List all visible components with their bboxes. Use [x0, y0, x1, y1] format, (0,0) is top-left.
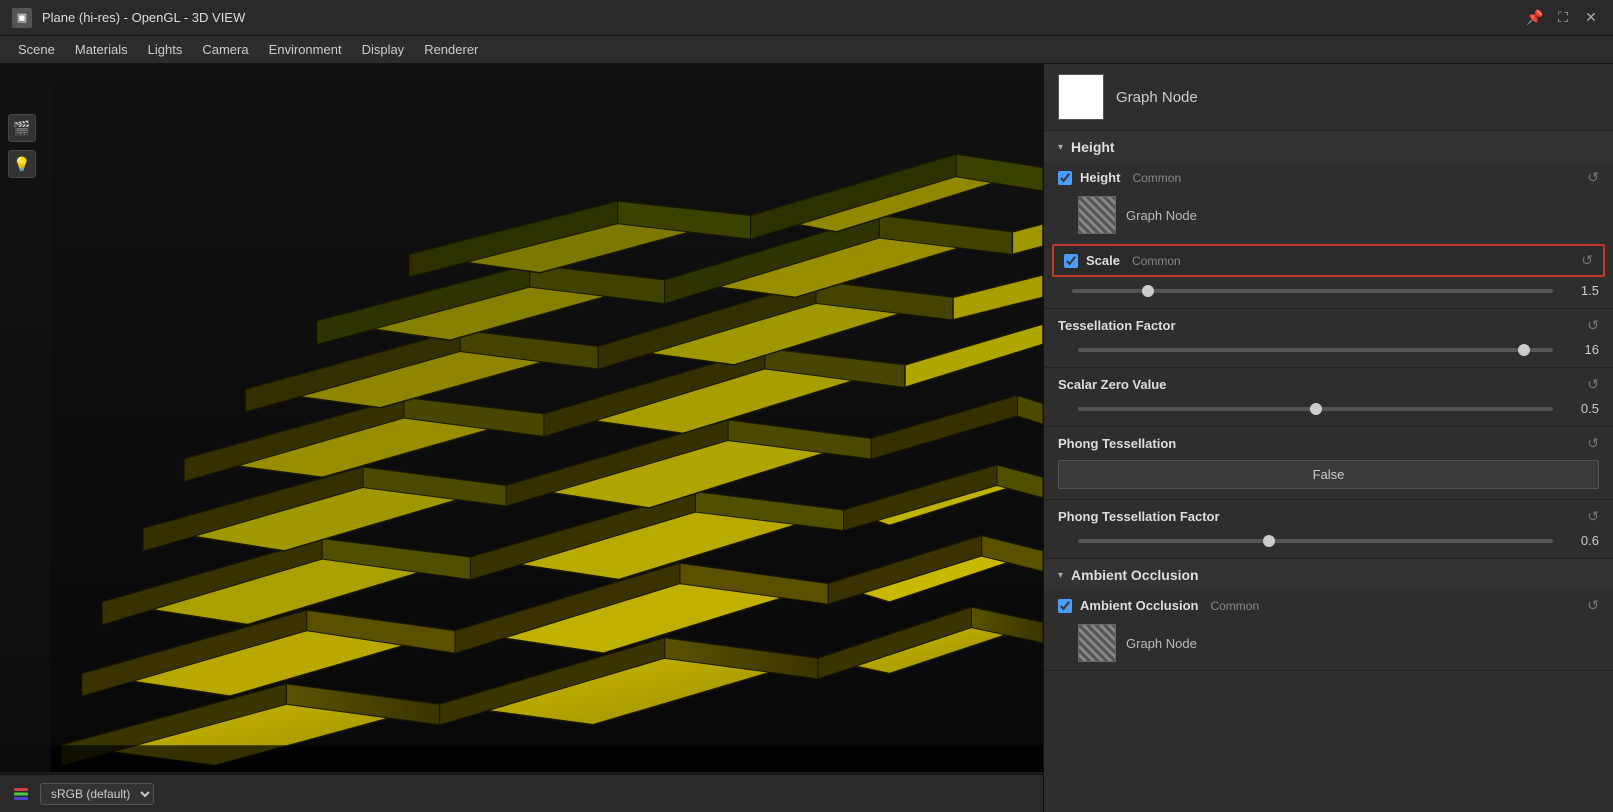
scale-checkbox[interactable]	[1064, 254, 1078, 268]
menu-materials[interactable]: Materials	[65, 38, 138, 61]
phong-tessellation-factor-section: Phong Tessellation Factor ↺ 0.6	[1044, 500, 1613, 559]
height-prop-common: Common	[1132, 171, 1181, 185]
height-graph-node-label: Graph Node	[1126, 208, 1197, 223]
ao-graph-node-label: Graph Node	[1126, 636, 1197, 651]
height-graph-node-sub: Graph Node	[1044, 192, 1613, 242]
scalar-zero-prop-name: Scalar Zero Value	[1058, 377, 1587, 392]
ao-prop-name: Ambient Occlusion	[1080, 598, 1198, 613]
close-button[interactable]: ✕	[1581, 8, 1601, 28]
graph-node-thumbnail	[1058, 74, 1104, 120]
height-graph-thumbnail	[1078, 196, 1116, 234]
menu-renderer[interactable]: Renderer	[414, 38, 488, 61]
scale-prop-common: Common	[1132, 254, 1181, 268]
menu-scene[interactable]: Scene	[8, 38, 65, 61]
scale-value: 1.5	[1563, 283, 1599, 298]
scalar-zero-slider[interactable]	[1078, 407, 1553, 411]
phong-tessellation-factor-reset-button[interactable]: ↺	[1587, 508, 1599, 525]
tessellation-prop-row: Tessellation Factor ↺	[1044, 309, 1613, 338]
tessellation-value: 16	[1563, 342, 1599, 357]
phong-tessellation-factor-value: 0.6	[1563, 533, 1599, 548]
camera-tool[interactable]: 🎬	[8, 114, 36, 142]
scale-slider-row: 1.5	[1044, 279, 1613, 308]
fullscreen-button[interactable]: ⛶	[1553, 8, 1573, 28]
ao-graph-thumbnail	[1078, 624, 1116, 662]
ao-prop-common: Common	[1210, 599, 1259, 613]
light-tool[interactable]: 💡	[8, 150, 36, 178]
scalar-zero-value: 0.5	[1563, 401, 1599, 416]
pin-button[interactable]: 📌	[1525, 8, 1545, 28]
viewport-bottom-bar: sRGB (default)	[0, 774, 1043, 812]
main-content: 🎬 💡	[0, 64, 1613, 812]
color-mode-select[interactable]: sRGB (default)	[40, 783, 154, 805]
ao-section-title: Ambient Occlusion	[1071, 567, 1199, 583]
phong-tessellation-factor-prop-name: Phong Tessellation Factor	[1058, 509, 1587, 524]
title-bar: ▣ Plane (hi-res) - OpenGL - 3D VIEW 📌 ⛶ …	[0, 0, 1613, 36]
window-controls: 📌 ⛶ ✕	[1525, 8, 1601, 28]
menu-display[interactable]: Display	[352, 38, 415, 61]
height-reset-button[interactable]: ↺	[1587, 169, 1599, 186]
height-chevron: ▾	[1058, 142, 1063, 153]
tessellation-prop-name: Tessellation Factor	[1058, 318, 1587, 333]
3d-viewport[interactable]	[0, 64, 1043, 772]
ao-property-row: Ambient Occlusion Common ↺	[1044, 591, 1613, 620]
phong-tessellation-factor-prop-row: Phong Tessellation Factor ↺	[1044, 500, 1613, 529]
ao-checkbox[interactable]	[1058, 599, 1072, 613]
viewport-tools: 🎬 💡	[8, 114, 36, 178]
phong-tessellation-reset-button[interactable]: ↺	[1587, 435, 1599, 452]
menu-lights[interactable]: Lights	[138, 38, 193, 61]
viewport-panel: 🎬 💡	[0, 64, 1043, 812]
scale-reset-button[interactable]: ↺	[1581, 252, 1593, 269]
height-section-title: Height	[1071, 139, 1115, 155]
scale-slider[interactable]	[1072, 289, 1553, 293]
app-icon: ▣	[12, 8, 32, 28]
ao-chevron: ▾	[1058, 570, 1063, 581]
phong-tessellation-prop-row: Phong Tessellation ↺	[1044, 427, 1613, 456]
menu-bar: Scene Materials Lights Camera Environmen…	[0, 36, 1613, 64]
graph-node-header: Graph Node	[1044, 64, 1613, 131]
ao-graph-node-sub: Graph Node	[1044, 620, 1613, 670]
phong-tessellation-dropdown-row: False	[1044, 456, 1613, 499]
ambient-occlusion-section: ▾ Ambient Occlusion Ambient Occlusion Co…	[1044, 559, 1613, 671]
tessellation-slider[interactable]	[1078, 348, 1553, 352]
menu-environment[interactable]: Environment	[259, 38, 352, 61]
scale-property-row: Scale Common ↺	[1052, 244, 1605, 277]
phong-tessellation-dropdown[interactable]: False	[1058, 460, 1599, 489]
tessellation-reset-button[interactable]: ↺	[1587, 317, 1599, 334]
ao-reset-button[interactable]: ↺	[1587, 597, 1599, 614]
stack-icon	[10, 783, 32, 805]
phong-tessellation-factor-range-container	[1078, 539, 1553, 543]
phong-tessellation-factor-slider-row: 0.6	[1044, 529, 1613, 558]
scalar-zero-reset-button[interactable]: ↺	[1587, 376, 1599, 393]
phong-tessellation-factor-slider[interactable]	[1078, 539, 1553, 543]
height-checkbox[interactable]	[1058, 171, 1072, 185]
scalar-zero-section: Scalar Zero Value ↺ 0.5	[1044, 368, 1613, 427]
menu-camera[interactable]: Camera	[192, 38, 258, 61]
scene-background	[0, 64, 1043, 772]
brick-scene-svg	[0, 64, 1043, 772]
phong-tessellation-prop-name: Phong Tessellation	[1058, 436, 1587, 451]
height-property-row: Height Common ↺	[1044, 163, 1613, 192]
scalar-zero-prop-row: Scalar Zero Value ↺	[1044, 368, 1613, 397]
height-section: ▾ Height Height Common ↺ Graph Node Scal…	[1044, 131, 1613, 309]
graph-node-label: Graph Node	[1116, 89, 1198, 106]
tessellation-range-container	[1078, 348, 1553, 352]
phong-tessellation-section: Phong Tessellation ↺ False	[1044, 427, 1613, 500]
scale-prop-name: Scale	[1086, 253, 1120, 268]
window-title: Plane (hi-res) - OpenGL - 3D VIEW	[42, 10, 1525, 25]
ao-section-header[interactable]: ▾ Ambient Occlusion	[1044, 559, 1613, 591]
tessellation-slider-row: 16	[1044, 338, 1613, 367]
tessellation-section: Tessellation Factor ↺ 16	[1044, 309, 1613, 368]
scale-range-container	[1072, 289, 1553, 293]
scalar-zero-range-container	[1078, 407, 1553, 411]
right-panel: Graph Node ▾ Height Height Common ↺ Grap…	[1043, 64, 1613, 812]
height-prop-name: Height	[1080, 170, 1120, 185]
height-section-header[interactable]: ▾ Height	[1044, 131, 1613, 163]
scalar-zero-slider-row: 0.5	[1044, 397, 1613, 426]
